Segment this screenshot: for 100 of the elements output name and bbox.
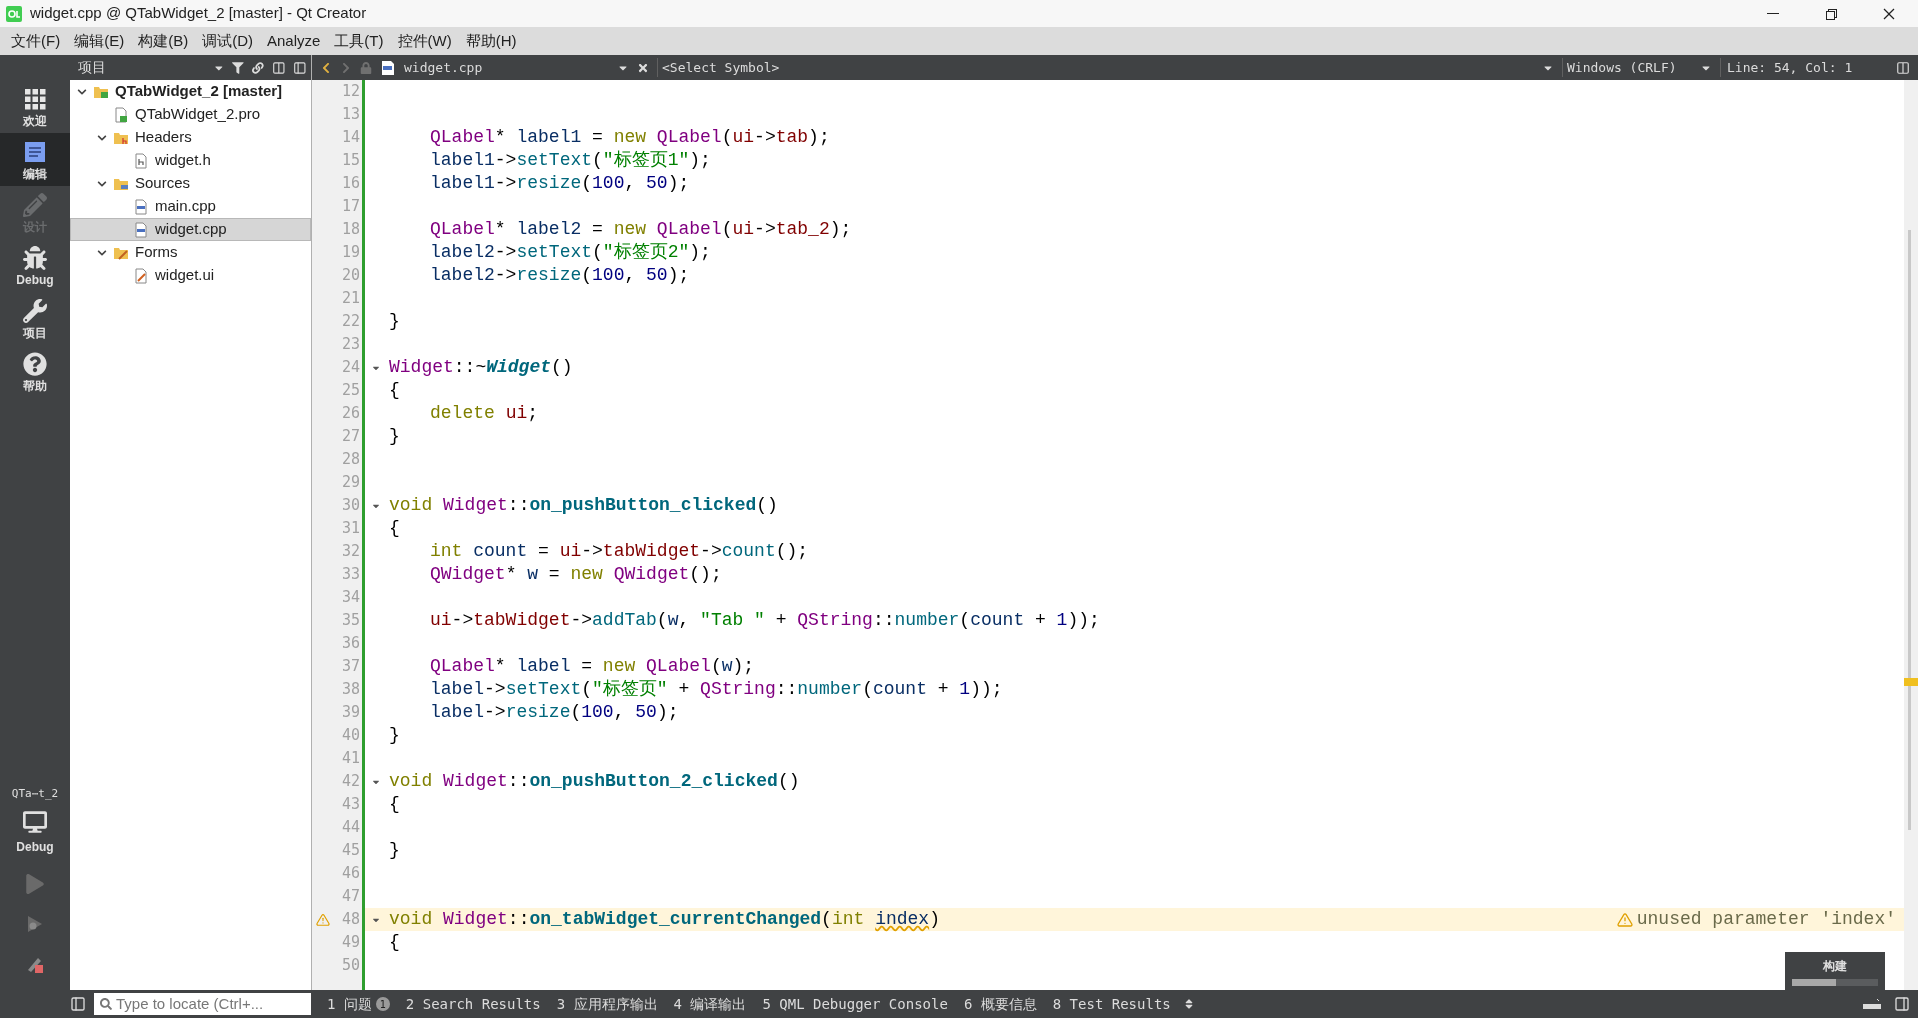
line-number: 27 (340, 426, 361, 447)
code-line: label->resize(100, 50); (430, 701, 679, 724)
symbol-selector[interactable]: <Select Symbol> (657, 57, 780, 78)
project-file-icon (113, 106, 129, 123)
minimize-icon (1767, 13, 1779, 14)
line-number: 39 (340, 702, 361, 723)
code-line: } (389, 310, 400, 333)
line-number: 36 (340, 633, 361, 654)
code-line: QLabel* label = new QLabel(w); (430, 655, 755, 678)
code-line: QLabel* label1 = new QLabel(ui->tab); (430, 126, 830, 149)
output-tab[interactable]: 1 问题 1 (319, 993, 398, 1015)
locator-field[interactable]: Type to locate (Ctrl+... (94, 993, 311, 1015)
line-number: 32 (340, 541, 361, 562)
line-number: 34 (340, 587, 361, 608)
line-number: 38 (340, 679, 361, 700)
tree-item[interactable]: main.cpp (70, 195, 311, 218)
tree-item[interactable]: Headers (70, 126, 311, 149)
panel-title[interactable]: 项目 (78, 57, 205, 78)
line-number: 44 (340, 817, 361, 838)
tree-item[interactable]: widget.h (70, 149, 311, 172)
line-number: 19 (340, 242, 361, 263)
link-icon[interactable] (252, 61, 264, 74)
menu-item[interactable]: 编辑(E) (67, 29, 132, 53)
tree-item[interactable]: Sources (70, 172, 311, 195)
header-file-icon (133, 152, 149, 169)
output-tab[interactable]: 5 QML Debugger Console (754, 993, 956, 1015)
line-number: 13 (340, 104, 361, 125)
menu-item[interactable]: Analyze (260, 29, 328, 53)
close-icon[interactable] (637, 61, 649, 74)
filter-icon[interactable] (232, 61, 245, 74)
split-icon[interactable] (1896, 60, 1910, 75)
code-line: Widget::~Widget() (389, 356, 573, 379)
code-line: label1->resize(100, 50); (430, 172, 690, 195)
warning-icon (1616, 911, 1633, 928)
chevron-icon[interactable] (97, 178, 107, 189)
menu-item[interactable]: 构建(B) (131, 29, 196, 53)
scroll-thumb[interactable] (1908, 230, 1911, 830)
split-icon[interactable] (271, 60, 286, 75)
form-file-icon (133, 267, 149, 284)
progress-details-icon[interactable] (1862, 996, 1882, 1012)
mode-tab[interactable]: 编辑 (0, 133, 70, 186)
tree-item[interactable]: widget.cpp (70, 218, 311, 241)
mode-tab[interactable]: 项目 (0, 292, 70, 345)
menu-item[interactable]: 工具(T) (327, 29, 391, 53)
output-tab[interactable]: 4 编译输出 (665, 993, 755, 1015)
line-number: 40 (340, 725, 361, 746)
code-line: ui->tabWidget->addTab(w, "Tab " + QString::number(count + 1)); (430, 609, 1100, 632)
code-line: { (389, 931, 400, 954)
menu-item[interactable]: 控件(W) (390, 29, 459, 53)
window-title: widget.cpp @ QTabWidget_2 [master] - Qt Creator (30, 3, 367, 24)
output-tab[interactable]: 8 Test Results (1044, 993, 1179, 1015)
tree-item[interactable]: QTabWidget_2.pro (70, 103, 311, 126)
chevron-icon[interactable] (97, 132, 107, 143)
document-icon (23, 139, 47, 164)
bug-icon (23, 245, 47, 270)
code-line: } (389, 839, 400, 862)
search-icon (100, 998, 112, 1010)
warning-marker (1904, 678, 1918, 686)
code-line: void Widget::on_tabWidget_currentChanged(int index) (389, 908, 940, 931)
line-number: 12 (340, 81, 361, 102)
line-ending-selector[interactable]: Windows (CRLF) (1562, 57, 1692, 78)
output-tab[interactable]: 6 概要信息 (955, 993, 1045, 1015)
line-number: 48 (340, 909, 361, 930)
mode-tab[interactable]: 帮助 (0, 345, 70, 398)
tree-item[interactable]: QTabWidget_2 [master] (70, 80, 311, 103)
file-name[interactable]: widget.cpp (404, 57, 609, 78)
mode-tab[interactable]: Debug (0, 239, 70, 292)
code-line: QLabel* label2 = new QLabel(ui->tab_2); (430, 218, 852, 241)
code-line: label2->setText("标签页2"); (430, 241, 711, 264)
code-line: delete ui; (430, 402, 539, 425)
cursor-position[interactable]: Line: 54, Col: 1 (1720, 57, 1880, 78)
line-number: 28 (340, 449, 361, 470)
menu-item[interactable]: 帮助(H) (458, 29, 524, 53)
output-tab[interactable]: 2 Search Results (397, 993, 549, 1015)
kit-name: QTa⋯t_2 (10, 785, 60, 802)
sidebar-toggle-icon[interactable] (70, 996, 86, 1012)
app-logo-icon (6, 5, 22, 22)
code-line: } (389, 425, 400, 448)
menu-item[interactable]: 文件(F) (4, 29, 68, 53)
line-number: 24 (340, 357, 361, 378)
tree-item[interactable]: Forms (70, 241, 311, 264)
warning-text: unused parameter 'index' (1636, 908, 1896, 931)
chevron-icon[interactable] (77, 86, 87, 97)
kit-selector[interactable]: Debug (0, 802, 70, 864)
source-file-icon (133, 221, 149, 238)
back-icon[interactable] (320, 61, 332, 74)
right-sidebar-toggle-icon[interactable] (1894, 996, 1910, 1012)
line-number: 35 (340, 610, 361, 631)
menu-item[interactable]: 调试(D) (195, 29, 260, 53)
chevron-icon[interactable] (97, 247, 107, 258)
code-line: int count = ui->tabWidget->count(); (430, 540, 809, 563)
line-number: 37 (340, 656, 361, 677)
tree-item[interactable]: widget.ui (70, 264, 311, 287)
mode-tab[interactable]: 欢迎 (0, 80, 70, 133)
output-tab[interactable]: 3 应用程序输出 (548, 993, 666, 1015)
source-file-icon (133, 198, 149, 215)
code-line: label1->setText("标签页1"); (430, 149, 711, 172)
scrollbar[interactable] (1904, 80, 1918, 990)
cpp-file-icon (380, 59, 396, 76)
line-number: 50 (340, 955, 361, 976)
